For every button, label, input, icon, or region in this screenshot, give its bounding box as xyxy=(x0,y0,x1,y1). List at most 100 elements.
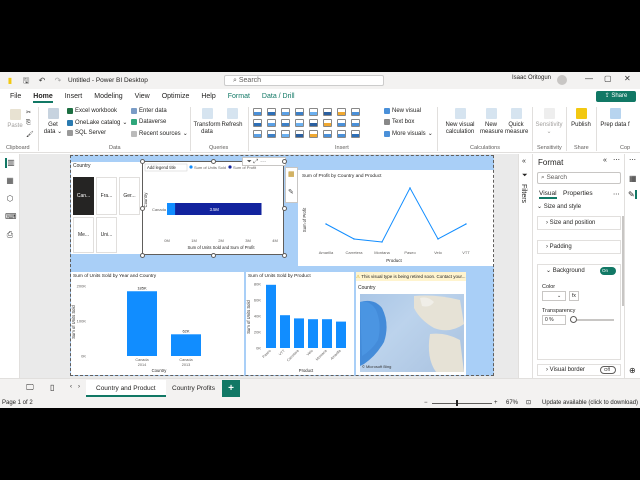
resize-handle[interactable] xyxy=(281,252,287,258)
report-canvas[interactable]: Country Can... Fra... Ger... Me... Uni..… xyxy=(20,154,518,378)
visual-type-icon[interactable] xyxy=(253,130,262,138)
visual-type-icon[interactable] xyxy=(295,108,304,116)
map-image[interactable]: © Microsoft Bing xyxy=(360,294,464,372)
excel-workbook-button[interactable]: Excel workbook xyxy=(67,108,117,114)
redo-icon[interactable]: ↷ xyxy=(52,75,64,87)
visual-type-icon[interactable] xyxy=(267,108,276,116)
background-section[interactable]: ⌄ Background On Color ⌄ fx Transparency … xyxy=(537,264,621,360)
resize-handle[interactable] xyxy=(139,252,145,258)
new-visual-calculation-button[interactable]: New visual calculation xyxy=(441,108,479,136)
report-page[interactable]: Country Can... Fra... Ger... Me... Uni..… xyxy=(70,155,494,376)
zoom-thumb[interactable] xyxy=(456,400,458,406)
border-toggle[interactable]: Off xyxy=(600,366,616,374)
cut-icon[interactable]: ✂ xyxy=(26,109,31,116)
expand-icon[interactable]: « xyxy=(522,158,526,165)
units-by-product-chart[interactable]: Sum of Units Sold by Product Sum of Units… xyxy=(246,272,354,375)
slicer-item-mexico[interactable]: Me... xyxy=(73,217,94,253)
scroll-left-icon[interactable]: ‹ xyxy=(70,384,72,390)
visual-type-icon[interactable] xyxy=(295,119,304,127)
sql-server-button[interactable]: SQL Server xyxy=(67,130,106,136)
slicer-item-germany[interactable]: Ger... xyxy=(119,177,140,215)
scroll-right-icon[interactable]: › xyxy=(78,384,80,390)
menu-data-drill[interactable]: Data / Drill xyxy=(262,93,295,100)
focus-mode-icon[interactable]: ⤢ xyxy=(253,159,258,165)
visual-type-icon[interactable] xyxy=(323,130,332,138)
build-visual-icon[interactable]: ▦ xyxy=(629,174,637,183)
slider-thumb[interactable] xyxy=(570,316,577,323)
page-tab-country-profits[interactable]: Country Profits xyxy=(162,380,225,397)
format-visual-icon[interactable]: ✎ xyxy=(628,190,637,199)
onelake-button[interactable]: OneLake catalog ⌄ xyxy=(67,119,127,126)
build-visual-icon[interactable]: ▦ xyxy=(288,170,295,178)
add-pane-icon[interactable]: ⊕ xyxy=(629,366,636,375)
more-options-icon[interactable]: ⋯ xyxy=(260,159,266,165)
menu-modeling[interactable]: Modeling xyxy=(94,93,122,100)
format-painter-icon[interactable]: 🖌 xyxy=(26,131,34,138)
maximize-icon[interactable]: ▢ xyxy=(604,74,612,83)
more-visuals-button[interactable]: More visuals ⌄ xyxy=(384,130,433,137)
minimize-icon[interactable]: — xyxy=(585,74,593,83)
resize-handle[interactable] xyxy=(139,205,145,211)
units-profit-bar-chart[interactable]: Add legend title Sum of Units Sold Sum of … xyxy=(142,161,284,255)
slicer-item-canada[interactable]: Can... xyxy=(73,177,94,215)
filters-pane-collapsed[interactable]: « ⏷ Filters xyxy=(518,154,532,378)
padding-section[interactable]: › Padding xyxy=(537,240,621,254)
visual-type-icon[interactable] xyxy=(267,119,276,127)
visual-type-icon[interactable] xyxy=(337,130,346,138)
resize-handle[interactable] xyxy=(139,158,145,164)
tmdl-view-icon[interactable]: ⎙ xyxy=(5,230,15,240)
visual-type-icon[interactable] xyxy=(295,130,304,138)
visual-type-icon[interactable] xyxy=(309,130,318,138)
enter-data-button[interactable]: Enter data xyxy=(131,108,167,114)
model-view-icon[interactable]: ⬡ xyxy=(5,194,15,204)
visual-type-icon[interactable] xyxy=(351,119,360,127)
zoom-plus-icon[interactable]: + xyxy=(494,398,498,408)
transform-data-button[interactable]: Transform data xyxy=(193,108,221,136)
size-position-section[interactable]: › Size and position xyxy=(537,216,621,230)
filter-icon[interactable]: ⏷ xyxy=(247,159,252,165)
text-box-button[interactable]: Text box xyxy=(384,119,414,125)
add-page-button[interactable]: + xyxy=(222,380,240,397)
resize-handle[interactable] xyxy=(210,252,216,258)
visual-type-icon[interactable] xyxy=(281,108,290,116)
visual-type-icon[interactable] xyxy=(351,130,360,138)
undo-icon[interactable]: ↶ xyxy=(36,75,48,87)
visual-type-icon[interactable] xyxy=(337,108,346,116)
collapse-icon[interactable]: « xyxy=(603,157,607,164)
units-by-year-chart[interactable]: Sum of Units Sold by Year and Country Sum… xyxy=(71,272,244,375)
format-visual-icon[interactable]: ✎ xyxy=(288,188,294,196)
menu-insert[interactable]: Insert xyxy=(65,93,83,100)
visual-type-icon[interactable] xyxy=(281,119,290,127)
publish-button[interactable]: Publish xyxy=(569,108,593,129)
visual-gallery[interactable] xyxy=(253,108,377,141)
more-options-icon[interactable]: ⋯ xyxy=(613,156,620,164)
menu-format[interactable]: Format xyxy=(228,93,250,100)
refresh-button[interactable]: Refresh xyxy=(221,108,243,129)
more-options-icon[interactable]: ⋯ xyxy=(629,156,636,164)
visual-type-icon[interactable] xyxy=(253,108,262,116)
recent-sources-button[interactable]: Recent sources ⌄ xyxy=(131,130,188,137)
dataverse-button[interactable]: Dataverse xyxy=(131,119,166,125)
resize-handle[interactable] xyxy=(281,205,287,211)
desktop-layout-icon[interactable]: 🖵 xyxy=(26,383,34,393)
report-view-icon[interactable]: ▥ xyxy=(5,158,15,168)
avatar[interactable] xyxy=(557,75,567,85)
visual-type-icon[interactable] xyxy=(337,119,346,127)
transparency-input[interactable]: 0 % xyxy=(542,315,566,325)
zoom-minus-icon[interactable]: − xyxy=(424,398,428,408)
update-notice[interactable]: Update available (click to download) xyxy=(542,398,638,408)
format-search-input[interactable]: ⌕ Search xyxy=(537,172,621,184)
menu-view[interactable]: View xyxy=(135,93,150,100)
paste-button[interactable]: Paste xyxy=(4,109,26,130)
size-style-header[interactable]: ⌄ Size and style xyxy=(537,203,621,213)
quick-measure-button[interactable]: Quick measure xyxy=(505,108,528,136)
tab-properties[interactable]: Properties xyxy=(563,190,593,197)
slicer-item-united[interactable]: Uni... xyxy=(96,217,117,253)
save-icon[interactable]: 🖫 xyxy=(20,75,32,87)
copy-icon[interactable]: ⎘ xyxy=(26,120,31,127)
new-measure-button[interactable]: New measure xyxy=(480,108,503,136)
visual-type-icon[interactable] xyxy=(309,119,318,127)
visual-type-icon[interactable] xyxy=(323,108,332,116)
page-tab-country-product[interactable]: Country and Product xyxy=(86,380,166,397)
menu-optimize[interactable]: Optimize xyxy=(162,93,190,100)
